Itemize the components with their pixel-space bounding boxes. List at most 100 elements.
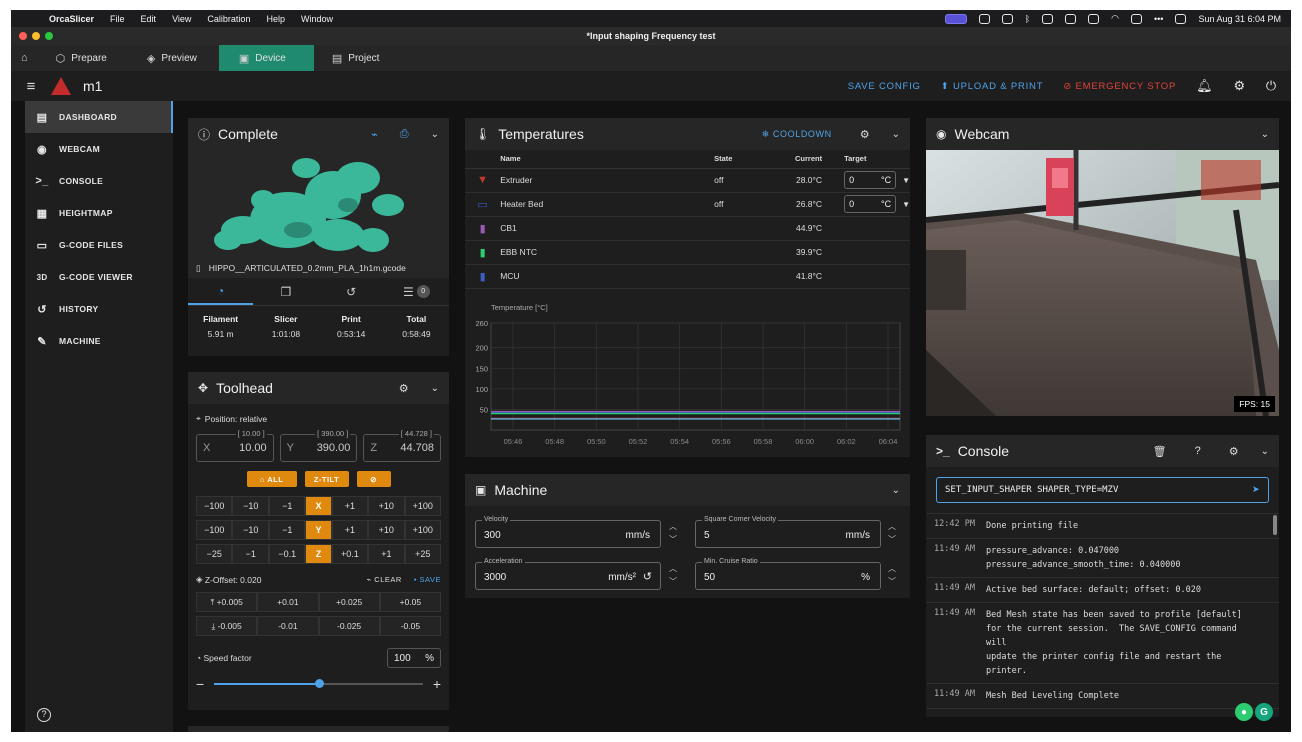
webcam-stream[interactable]: FPS: 15 [926, 150, 1279, 416]
console-scrollbar[interactable] [1273, 515, 1277, 535]
z-offset-clear-button[interactable]: ⌁ CLEAR [367, 575, 402, 584]
trash-icon[interactable]: 🗑︎ [1153, 445, 1167, 458]
jog-y-minus-10[interactable]: −10 [232, 520, 269, 540]
gear-icon[interactable]: ⚙ [399, 382, 409, 395]
zoom-window-button[interactable] [45, 32, 53, 40]
menu-toggle-icon[interactable]: ≡ [11, 78, 51, 95]
z-offset-save-button[interactable]: ▪ SAVE [414, 575, 441, 584]
jog-y-plus-1[interactable]: +1 [331, 520, 369, 540]
jog-y-minus-1[interactable]: −1 [268, 520, 306, 540]
control-center-icon[interactable] [1175, 13, 1187, 24]
z-offset-up-0-005[interactable]: ⤒ +0.005 [196, 592, 258, 612]
jog-x-plus-100[interactable]: +100 [404, 496, 442, 516]
sidebar-item-webcam[interactable]: ◉ WEBCAM [25, 133, 173, 165]
min-cruise-ratio-field[interactable]: Min. Cruise Ratio 50 % [695, 558, 881, 590]
z-offset-down-0-05[interactable]: -0.05 [379, 616, 441, 636]
status-icon[interactable] [978, 13, 990, 24]
tab-status-history[interactable]: ↺ [319, 278, 384, 305]
jog-z-plus-25[interactable]: +25 [404, 544, 442, 564]
chevron-down-icon[interactable]: ⌄ [1261, 446, 1269, 457]
send-icon[interactable]: ➤ [1252, 483, 1260, 498]
acceleration-field[interactable]: Acceleration 3000 mm/s² ↺ [475, 558, 661, 590]
sidebar-item-heightmap[interactable]: ▦ HEIGHTMAP [25, 197, 173, 229]
extruder-target-input[interactable]: 0 °C [844, 171, 897, 189]
caret-down-icon[interactable]: ▼ [902, 176, 910, 185]
min-cruise-ratio-stepper[interactable]: ︿ ﹀ [886, 562, 898, 588]
z-offset-up-0-05[interactable]: +0.05 [379, 592, 441, 612]
jog-z-plus-0-1[interactable]: +0.1 [331, 544, 369, 564]
jog-y-plus-10[interactable]: +10 [368, 520, 405, 540]
status-icon[interactable] [1088, 13, 1100, 24]
chevron-down-icon[interactable]: ⌄ [892, 485, 900, 496]
jog-x-minus-100[interactable]: −100 [196, 496, 233, 516]
menu-help[interactable]: Help [258, 14, 293, 24]
motors-off-button[interactable]: ⊘ [356, 471, 391, 487]
sidebar-item-gcode-files[interactable]: ▭ G-CODE FILES [25, 229, 173, 261]
menu-app-name[interactable]: OrcaSlicer [41, 14, 102, 24]
position-x-field[interactable]: [ 10.00 ] X 10.00 [196, 429, 274, 462]
speed-slider[interactable] [214, 679, 423, 688]
help-icon[interactable]: ? [1195, 445, 1201, 457]
speed-slider-knob[interactable] [314, 679, 324, 688]
wifi-icon[interactable]: ◠ [1111, 13, 1119, 24]
z-offset-down-0-025[interactable]: -0.025 [318, 616, 380, 636]
sidebar-item-machine[interactable]: ✎ MACHINE [25, 325, 173, 357]
tab-status-files[interactable]: ❐ [253, 278, 318, 305]
caret-down-icon[interactable]: ▼ [902, 200, 910, 209]
status-app-icon[interactable] [944, 13, 967, 24]
velocity-stepper[interactable]: ︿ ﹀ [667, 520, 679, 546]
printer-icon[interactable]: ⎙ [400, 128, 409, 141]
sidebar-item-gcode-viewer[interactable]: 3D G-CODE VIEWER [25, 261, 173, 293]
bed-target-input[interactable]: 0 °C [844, 195, 897, 213]
z-offset-down-0-005[interactable]: ⤓ -0.005 [196, 616, 258, 636]
home-all-button[interactable]: ⌂ ALL [246, 471, 297, 487]
reset-icon[interactable]: ↺ [643, 570, 652, 583]
cooldown-button[interactable]: ❄ COOLDOWN [762, 129, 832, 140]
tab-device[interactable]: ▣ Device [218, 45, 314, 71]
home-x-button[interactable]: X [305, 496, 332, 516]
menu-window[interactable]: Window [293, 14, 341, 24]
settings-gear-icon[interactable]: ⚙ [1233, 78, 1245, 94]
jog-z-plus-1[interactable]: +1 [368, 544, 405, 564]
z-offset-up-0-025[interactable]: +0.025 [318, 592, 380, 612]
increase-button[interactable]: + [433, 676, 441, 692]
jog-z-minus-25[interactable]: −25 [196, 544, 233, 564]
menu-file[interactable]: File [102, 14, 133, 24]
jog-z-minus-1[interactable]: −1 [232, 544, 269, 564]
assistant-bubble-icon[interactable]: ● [1235, 703, 1253, 721]
jog-x-plus-10[interactable]: +10 [368, 496, 405, 516]
menu-edit[interactable]: Edit [133, 14, 165, 24]
minimize-window-button[interactable] [32, 32, 40, 40]
z-offset-up-0-01[interactable]: +0.01 [257, 592, 319, 612]
decrease-button[interactable]: − [196, 676, 204, 692]
power-icon[interactable]: ⏻ [1266, 78, 1277, 94]
position-y-field[interactable]: [ 390.00 ] Y 390.00 [279, 429, 358, 462]
gear-icon[interactable]: ⚙ [1229, 445, 1239, 458]
emergency-stop-button[interactable]: ⊘ EMERGENCY STOP [1063, 81, 1176, 92]
jog-y-plus-100[interactable]: +100 [404, 520, 442, 540]
close-window-button[interactable] [19, 32, 27, 40]
home-y-button[interactable]: Y [305, 520, 332, 540]
gear-icon[interactable]: ⚙ [860, 128, 870, 141]
sidebar-item-dashboard[interactable]: ▤ DASHBOARD [25, 101, 173, 133]
help-icon[interactable]: ? [37, 708, 51, 722]
status-icon[interactable] [1001, 13, 1013, 24]
chevron-down-icon[interactable]: ⌄ [431, 129, 439, 140]
tab-status-gauge[interactable]: ◔ [188, 278, 254, 305]
chevron-down-icon[interactable]: ⌄ [431, 383, 439, 394]
clear-broom-icon[interactable]: ⌁ [371, 128, 378, 141]
menu-view[interactable]: View [164, 14, 199, 24]
z-tilt-button[interactable]: Z-TILT [304, 471, 349, 487]
jog-x-plus-1[interactable]: +1 [331, 496, 369, 516]
save-config-button[interactable]: SAVE CONFIG [848, 81, 921, 92]
tab-prepare[interactable]: ⬡ Prepare [38, 45, 129, 71]
status-icon[interactable] [1042, 13, 1054, 24]
battery-icon[interactable] [1130, 13, 1142, 24]
position-z-field[interactable]: [ 44.728 ] Z 44.708 [363, 429, 442, 462]
tab-preview[interactable]: ◈ Preview [129, 45, 219, 71]
chevron-down-icon[interactable]: ⌄ [892, 129, 900, 140]
status-icon[interactable] [1065, 13, 1077, 24]
home-tab[interactable]: ⌂ [11, 45, 38, 71]
square-corner-velocity-field[interactable]: Square Corner Velocity 5 mm/s [695, 516, 881, 548]
grammarly-icon[interactable]: G [1255, 703, 1273, 721]
